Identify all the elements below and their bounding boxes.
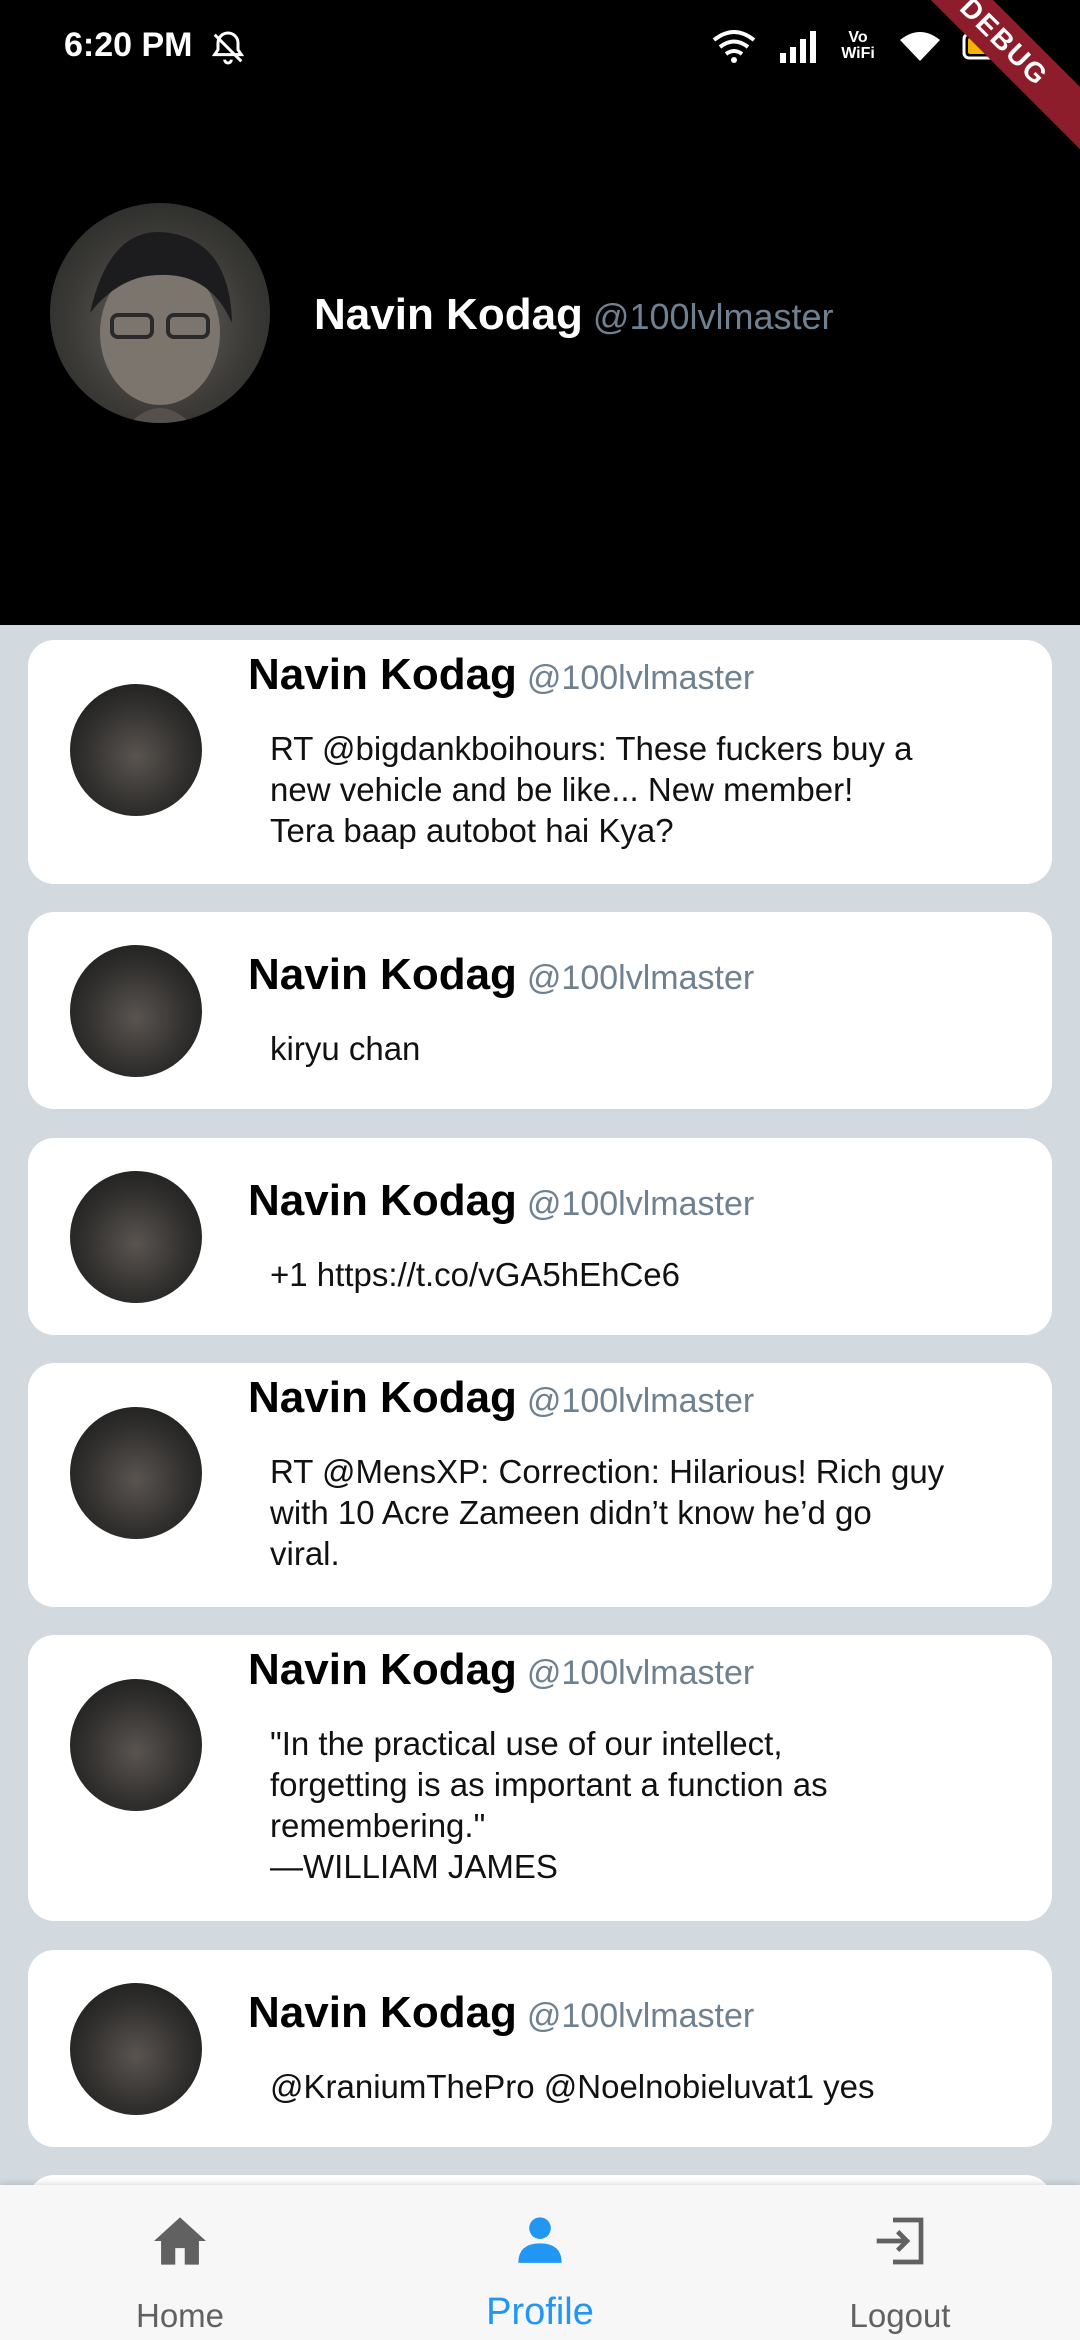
tweet-author-name: Navin Kodag [248, 1988, 517, 2037]
tweet-author-name: Navin Kodag [248, 1373, 517, 1422]
tweet-author-handle: @100lvlmaster [526, 659, 755, 697]
tweet-card[interactable]: Navin Kodag @100lvlmaster "In the practic… [28, 1635, 1052, 1921]
avatar [70, 1171, 202, 1303]
nav-home[interactable]: Home [0, 2185, 360, 2340]
tweet-header: Navin Kodag @100lvlmaster [248, 1176, 754, 1226]
profile-display-name: Navin Kodag [314, 290, 583, 339]
avatar [70, 1407, 202, 1539]
app-screen: 6:20 PM Vo WiFi DEBUG Navin Kodag @100lv… [0, 0, 1080, 2340]
tweet-card[interactable]: Navin Kodag @100lvlmaster kiryu chan [28, 912, 1052, 1109]
tweet-author-handle: @100lvlmaster [526, 1382, 755, 1420]
tweet-author-name: Navin Kodag [248, 1645, 517, 1694]
tweet-text: +1 https://t.co/vGA5hEhCe6 [270, 1256, 680, 1293]
tweet-author-handle: @100lvlmaster [526, 1654, 755, 1692]
tweet-header: Navin Kodag @100lvlmaster [248, 1373, 754, 1423]
tweet-card[interactable]: Navin Kodag @100lvlmaster @KraniumThePro … [28, 1950, 1052, 2147]
bell-off-icon [211, 31, 245, 65]
tweet-header: Navin Kodag @100lvlmaster [248, 1645, 754, 1695]
tweet-author-handle: @100lvlmaster [526, 1185, 755, 1223]
profile-handle: @100lvlmaster [592, 296, 834, 337]
tweet-card-partial[interactable] [28, 2175, 1052, 2185]
profile-header: 6:20 PM Vo WiFi DEBUG Navin Kodag @100lv… [0, 0, 1080, 625]
tweet-text: kiryu chan [270, 1030, 421, 1067]
person-icon [518, 2217, 562, 2263]
tweet-author-handle: @100lvlmaster [526, 1997, 755, 2035]
nav-profile[interactable]: Profile [360, 2185, 720, 2340]
home-icon [154, 2217, 206, 2265]
wifi-icon [900, 32, 940, 61]
tweet-author-name: Navin Kodag [248, 650, 517, 699]
avatar [70, 1679, 202, 1811]
tweet-author-name: Navin Kodag [248, 1176, 517, 1225]
avatar [70, 684, 202, 816]
vowifi-icon: Vo WiFi [841, 29, 875, 62]
tweet-header: Navin Kodag @100lvlmaster [248, 950, 754, 1000]
profile-avatar [50, 203, 270, 423]
nav-home-label: Home [135, 2297, 225, 2334]
status-bar: 6:20 PM Vo WiFi [0, 0, 1080, 96]
wifi-link-icon [712, 30, 756, 63]
tweet-text: @KraniumThePro @Noelnobieluvat1 yes [270, 2068, 875, 2105]
nav-profile-label: Profile [486, 2291, 594, 2333]
tweet-header: Navin Kodag @100lvlmaster [248, 1988, 754, 2038]
avatar [70, 1983, 202, 2115]
bottom-nav: Home Profile Logout [0, 2185, 1080, 2340]
tweet-card[interactable]: Navin Kodag @100lvlmaster RT @MensXP: Cor… [28, 1363, 1052, 1607]
tweet-card[interactable]: Navin Kodag @100lvlmaster +1 https://t.co… [28, 1138, 1052, 1335]
signal-icon [780, 31, 816, 63]
tweet-text: "In the practical use of our intellect, … [270, 1725, 828, 1885]
tweet-text: RT @MensXP: Correction: Hilarious! Rich … [270, 1453, 945, 1572]
nav-logout-label: Logout [849, 2297, 951, 2334]
tweet-header: Navin Kodag @100lvlmaster [248, 650, 754, 700]
avatar [70, 945, 202, 1077]
tweet-text: RT @bigdankboihours: These fuckers buy a… [270, 730, 913, 849]
status-time: 6:20 PM [64, 26, 193, 64]
tweet-author-handle: @100lvlmaster [526, 959, 755, 997]
profile-name: Navin Kodag @100lvlmaster [314, 290, 834, 340]
tweet-card[interactable]: Navin Kodag @100lvlmaster RT @bigdankboih… [28, 640, 1052, 884]
nav-logout[interactable]: Logout [720, 2185, 1080, 2340]
tweet-author-name: Navin Kodag [248, 950, 517, 999]
tweet-feed[interactable]: Navin Kodag @100lvlmaster RT @bigdankboih… [0, 625, 1080, 2185]
logout-icon [876, 2217, 924, 2265]
